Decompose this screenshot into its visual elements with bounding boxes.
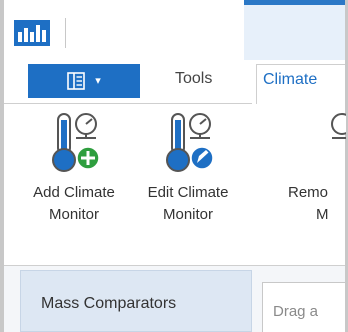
remove-climate-monitor-label: Remo M <box>288 184 329 223</box>
title-separator <box>65 18 66 48</box>
add-thermometer-icon <box>52 113 100 172</box>
data-grid[interactable]: Drag a <box>262 282 345 332</box>
ribbon-tabs: ▾ Tools Climate <box>4 60 345 104</box>
file-menu-button[interactable]: ▾ <box>28 64 140 98</box>
app-window: ▾ Tools Climate Add Climate Monitor Edit… <box>0 0 348 332</box>
title-bar <box>4 0 345 60</box>
edit-climate-monitor-label: Edit Climate Monitor <box>147 184 229 223</box>
file-menu-icon <box>67 72 86 90</box>
ribbon-footer <box>4 244 345 266</box>
add-climate-monitor-label: Add Climate Monitor <box>33 184 115 223</box>
chevron-down-icon: ▾ <box>95 74 101 87</box>
remove-thermometer-icon <box>331 113 346 139</box>
navigation-panel: Mass Comparators <box>20 270 252 332</box>
nav-item-mass-comparators[interactable]: Mass Comparators <box>41 295 176 313</box>
add-climate-monitor-button[interactable]: Add Climate Monitor <box>14 104 134 244</box>
app-logo-icon[interactable] <box>14 20 50 46</box>
ribbon-panel: Add Climate Monitor Edit Climate Monitor <box>4 104 346 244</box>
remove-climate-monitor-button[interactable]: Remo M <box>276 104 346 244</box>
group-drag-hint: Drag a <box>273 303 319 320</box>
tab-tools[interactable]: Tools <box>175 70 212 88</box>
edit-thermometer-icon <box>166 113 214 172</box>
tab-climate[interactable]: Climate <box>256 64 345 104</box>
title-right-panel <box>244 5 345 60</box>
edit-climate-monitor-button[interactable]: Edit Climate Monitor <box>128 104 248 244</box>
